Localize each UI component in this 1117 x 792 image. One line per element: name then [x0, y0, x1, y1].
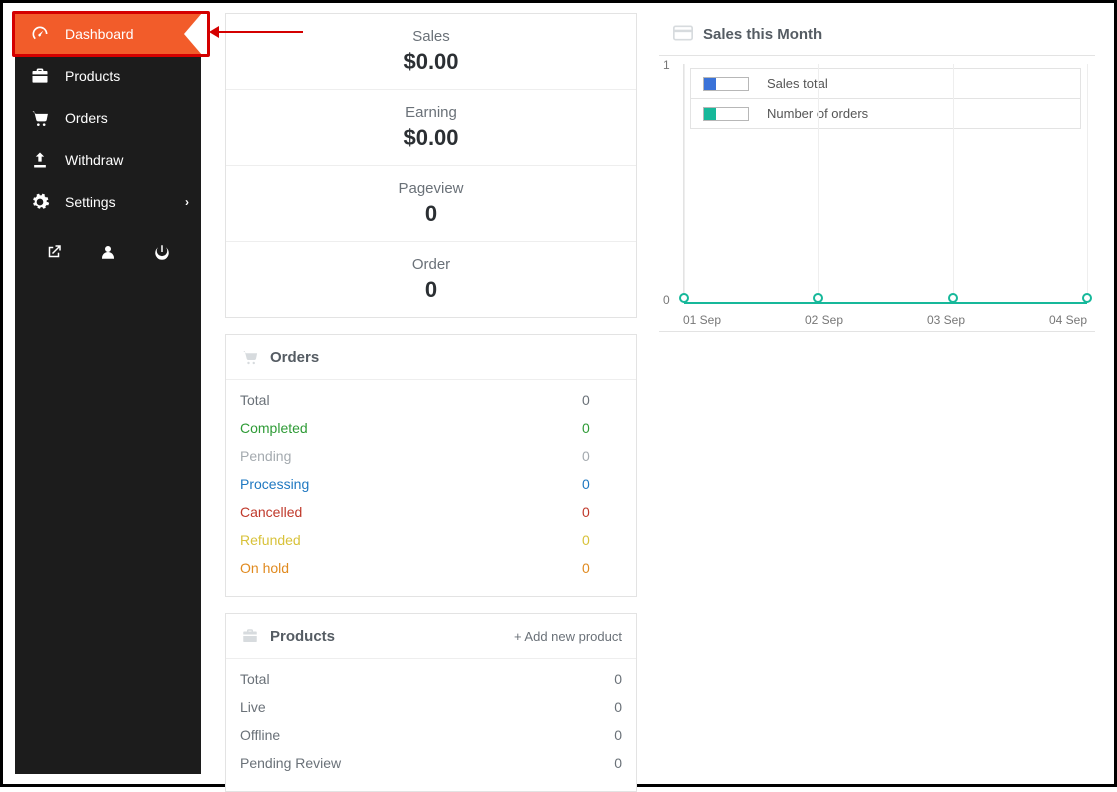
chart-x-tick: 03 Sep — [927, 313, 965, 327]
chevron-right-icon: › — [185, 195, 189, 209]
chart-card: Sales this Month 1 0 Sales total — [659, 13, 1095, 332]
orders-total-value: 0 — [582, 392, 622, 408]
chart-plot-area: 1 0 Sales total Num — [659, 55, 1095, 331]
upload-icon — [29, 149, 51, 171]
cart-icon — [240, 347, 260, 367]
sidebar-item-products[interactable]: Products — [15, 55, 201, 97]
user-icon[interactable] — [95, 239, 121, 265]
orders-cancelled-value: 0 — [582, 504, 622, 520]
stat-label: Pageview — [226, 180, 636, 197]
gear-icon — [29, 191, 51, 213]
orders-processing-value: 0 — [582, 476, 622, 492]
add-product-button[interactable]: + Add new product — [514, 629, 622, 644]
legend-swatch-icon — [703, 107, 749, 121]
orders-pending-label: Pending — [240, 448, 291, 464]
stats-card: Sales $0.00 Earning $0.00 Pageview 0 Ord… — [225, 13, 637, 318]
orders-refunded-label: Refunded — [240, 532, 301, 548]
chart-point-icon — [948, 293, 958, 303]
cart-icon — [29, 107, 51, 129]
stat-label: Order — [226, 256, 636, 273]
chart-x-tick: 04 Sep — [1049, 313, 1087, 327]
power-icon[interactable] — [149, 239, 175, 265]
main-area: Sales $0.00 Earning $0.00 Pageview 0 Ord… — [201, 13, 1102, 774]
sidebar-item-settings[interactable]: Settings › — [15, 181, 201, 223]
chart-x-tick: 02 Sep — [805, 313, 843, 327]
sidebar-item-withdraw[interactable]: Withdraw — [15, 139, 201, 181]
external-link-icon[interactable] — [41, 239, 67, 265]
chart-point-icon — [813, 293, 823, 303]
orders-processing-label: Processing — [240, 476, 309, 492]
card-title: Orders — [270, 349, 622, 366]
sidebar-item-orders[interactable]: Orders — [15, 97, 201, 139]
chart-y-tick: 0 — [663, 293, 670, 307]
briefcase-icon — [240, 626, 260, 646]
orders-card: Orders Total 0 Completed 0 Pending 0 Proces… — [225, 334, 637, 597]
legend-item-sales[interactable]: Sales total — [691, 69, 1080, 99]
orders-completed-value: 0 — [582, 420, 622, 436]
stat-sales-value: $0.00 — [226, 49, 636, 75]
sidebar-item-dashboard[interactable]: Dashboard — [15, 13, 201, 55]
products-total-value: 0 — [614, 671, 622, 687]
chart-point-icon — [1082, 293, 1092, 303]
app-frame: Dashboard Products Orders Withdraw — [0, 0, 1117, 787]
chart-x-tick: 01 Sep — [683, 313, 721, 327]
orders-cancelled-label: Cancelled — [240, 504, 302, 520]
chart-line-series — [684, 302, 1087, 304]
gauge-icon — [29, 23, 51, 45]
briefcase-icon — [29, 65, 51, 87]
sidebar-item-label: Withdraw — [65, 152, 123, 168]
products-pending-value: 0 — [614, 755, 622, 771]
sidebar-item-label: Dashboard — [65, 26, 134, 42]
orders-total-label: Total — [240, 392, 270, 408]
orders-pending-value: 0 — [582, 448, 622, 464]
chart-legend: Sales total Number of orders — [690, 68, 1081, 129]
products-live-label: Live — [240, 699, 266, 715]
stat-label: Sales — [226, 28, 636, 45]
legend-item-orders[interactable]: Number of orders — [691, 99, 1080, 129]
sidebar-item-label: Products — [65, 68, 120, 84]
sidebar: Dashboard Products Orders Withdraw — [15, 13, 201, 774]
orders-refunded-value: 0 — [582, 532, 622, 548]
chart-y-tick: 1 — [663, 58, 670, 72]
chart-title: Sales this Month — [703, 26, 822, 43]
orders-onhold-value: 0 — [582, 560, 622, 576]
stat-earning-value: $0.00 — [226, 125, 636, 151]
orders-completed-label: Completed — [240, 420, 308, 436]
card-title: Products — [270, 628, 514, 645]
orders-onhold-label: On hold — [240, 560, 289, 576]
sidebar-item-label: Settings — [65, 194, 116, 210]
stat-order-value: 0 — [226, 277, 636, 303]
products-total-label: Total — [240, 671, 270, 687]
products-offline-value: 0 — [614, 727, 622, 743]
legend-swatch-icon — [703, 77, 749, 91]
sidebar-item-label: Orders — [65, 110, 108, 126]
products-card: Products + Add new product Total0 Live0 … — [225, 613, 637, 792]
products-live-value: 0 — [614, 699, 622, 715]
stat-pageview-value: 0 — [226, 201, 636, 227]
products-offline-label: Offline — [240, 727, 280, 743]
chart-point-icon — [679, 293, 689, 303]
products-pending-label: Pending Review — [240, 755, 341, 771]
stat-label: Earning — [226, 104, 636, 121]
card-icon — [673, 25, 693, 43]
